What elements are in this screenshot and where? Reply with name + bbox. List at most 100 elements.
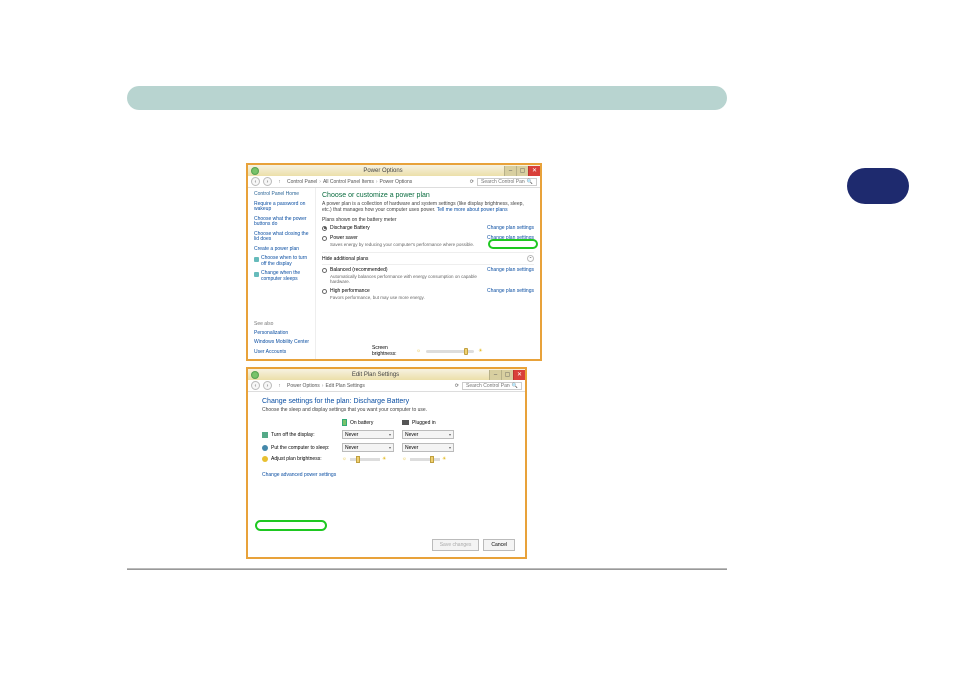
battery-icon [342, 419, 347, 426]
maximize-button[interactable]: ▢ [501, 370, 513, 380]
display-plugged-dropdown[interactable]: Never▾ [402, 430, 454, 439]
minimize-button[interactable]: – [504, 166, 516, 176]
sidebar-link[interactable]: Choose what the power buttons do [254, 217, 311, 228]
page-description: A power plan is a collection of hardware… [322, 201, 534, 213]
search-icon: 🔍 [512, 383, 518, 389]
brightness-label: Screen brightness: [372, 345, 412, 357]
plan-description: Favors performance, but may use more ene… [330, 295, 425, 300]
window-controls: – ▢ ✕ [504, 166, 540, 176]
breadcrumb-item[interactable]: Control Panel [287, 179, 317, 185]
control-panel-home-link[interactable]: Control Panel Home [254, 192, 311, 198]
sun-bright-icon: ☀ [382, 456, 388, 462]
see-also-label: See also [254, 321, 311, 327]
app-icon [251, 167, 259, 175]
change-plan-settings-link[interactable]: Change plan settings [487, 235, 534, 241]
minimize-button[interactable]: – [489, 370, 501, 380]
display-battery-dropdown[interactable]: Never▾ [342, 430, 394, 439]
plan-row: Balanced (recommended) Automatically bal… [322, 265, 534, 286]
sidebar-link[interactable]: Create a power plan [254, 247, 311, 253]
see-also-link[interactable]: Windows Mobility Center [254, 340, 311, 346]
monitor-icon [262, 432, 268, 438]
column-header-plugged: Plugged in [402, 420, 454, 426]
up-button[interactable]: ↑ [275, 177, 284, 186]
main-panel: Choose or customize a power plan A power… [316, 188, 540, 359]
brightness-plugged-slider[interactable]: ☼ ☀ [402, 456, 454, 462]
radio-button[interactable] [322, 268, 327, 273]
row-label-display: Turn off the display: [262, 432, 334, 438]
refresh-icon[interactable]: ⟳ [470, 179, 474, 185]
window-title: Edit Plan Settings [262, 372, 489, 378]
forward-button[interactable]: › [263, 381, 272, 390]
nav-bar: ‹ › ↑ Control Panel› All Control Panel I… [248, 176, 540, 188]
sleep-battery-dropdown[interactable]: Never▾ [342, 443, 394, 452]
save-changes-button[interactable]: Save changes [432, 539, 480, 551]
nav-bar: ‹ › ↑ Power Options› Edit Plan Settings … [248, 380, 525, 392]
sun-icon [262, 456, 268, 462]
see-also-link[interactable]: User Accounts [254, 350, 311, 356]
plan-name: Balanced (recommended) [330, 267, 487, 273]
page-heading: Change settings for the plan: Discharge … [262, 398, 511, 405]
brightness-battery-slider[interactable]: ☼ ☀ [342, 456, 394, 462]
search-box[interactable]: 🔍 [462, 382, 522, 390]
sun-dim-icon: ☼ [402, 456, 408, 462]
brightness-slider[interactable] [426, 350, 474, 353]
back-button[interactable]: ‹ [251, 381, 260, 390]
breadcrumb[interactable]: Power Options› Edit Plan Settings [287, 383, 452, 389]
chevron-up-icon: ⌃ [527, 255, 534, 262]
sidebar-link[interactable]: Require a password on wakeup [254, 202, 311, 213]
back-button[interactable]: ‹ [251, 177, 260, 186]
forward-button[interactable]: › [263, 177, 272, 186]
learn-more-link[interactable]: Tell me more about power plans [437, 207, 508, 213]
sleep-icon [254, 272, 259, 277]
change-plan-settings-link[interactable]: Change plan settings [487, 267, 534, 273]
window-controls: – ▢ ✕ [489, 370, 525, 380]
plan-name: High performance [330, 288, 425, 294]
cancel-button[interactable]: Cancel [483, 539, 515, 551]
plan-row: Power saver Saves energy by reducing you… [322, 233, 534, 249]
search-box[interactable]: 🔍 [477, 178, 537, 186]
sun-dim-icon: ☼ [342, 456, 348, 462]
up-button[interactable]: ↑ [275, 381, 284, 390]
row-label-brightness: Adjust plan brightness: [262, 456, 334, 462]
search-input[interactable] [481, 179, 525, 185]
edit-plan-settings-window: Edit Plan Settings – ▢ ✕ ‹ › ↑ Power Opt… [246, 367, 527, 559]
sidebar-link[interactable]: Choose when to turn off the display [261, 256, 311, 267]
radio-button[interactable] [322, 226, 327, 231]
radio-button[interactable] [322, 289, 327, 294]
sidebar: Control Panel Home Require a password on… [248, 188, 316, 359]
breadcrumb-item[interactable]: Power Options [287, 383, 320, 389]
change-advanced-power-settings-link[interactable]: Change advanced power settings [262, 472, 336, 478]
sidebar-link[interactable]: Change when the computer sleeps [261, 271, 311, 282]
app-icon [251, 371, 259, 379]
sidebar-link[interactable]: Choose what closing the lid does [254, 232, 311, 243]
change-plan-settings-link[interactable]: Change plan settings [487, 225, 534, 231]
plug-icon [402, 420, 409, 425]
breadcrumb-item[interactable]: Power Options [380, 179, 413, 185]
breadcrumb[interactable]: Control Panel› All Control Panel Items› … [287, 179, 467, 185]
maximize-button[interactable]: ▢ [516, 166, 528, 176]
window-title: Power Options [262, 168, 504, 174]
column-header-battery: On battery [342, 419, 394, 426]
separator [127, 568, 727, 570]
hide-additional-plans-toggle[interactable]: Hide additional plans ⌃ [322, 252, 534, 265]
search-input[interactable] [466, 383, 510, 389]
plan-row: Discharge Battery Change plan settings [322, 223, 534, 233]
moon-icon [262, 445, 268, 451]
brightness-row: Screen brightness: ☼ ☀ [372, 345, 484, 357]
row-label-sleep: Put the computer to sleep: [262, 445, 334, 451]
display-icon [254, 257, 259, 262]
header-bar [127, 86, 727, 110]
see-also-link[interactable]: Personalization [254, 331, 311, 337]
sun-bright-icon: ☀ [478, 348, 484, 354]
refresh-icon[interactable]: ⟳ [455, 383, 459, 389]
titlebar: Edit Plan Settings – ▢ ✕ [248, 369, 525, 380]
main-panel: Change settings for the plan: Discharge … [248, 392, 525, 557]
plan-description: Saves energy by reducing your computer's… [330, 242, 474, 247]
change-plan-settings-link[interactable]: Change plan settings [487, 288, 534, 294]
breadcrumb-item[interactable]: Edit Plan Settings [325, 383, 364, 389]
close-button[interactable]: ✕ [513, 370, 525, 380]
radio-button[interactable] [322, 236, 327, 241]
close-button[interactable]: ✕ [528, 166, 540, 176]
sleep-plugged-dropdown[interactable]: Never▾ [402, 443, 454, 452]
breadcrumb-item[interactable]: All Control Panel Items [323, 179, 374, 185]
